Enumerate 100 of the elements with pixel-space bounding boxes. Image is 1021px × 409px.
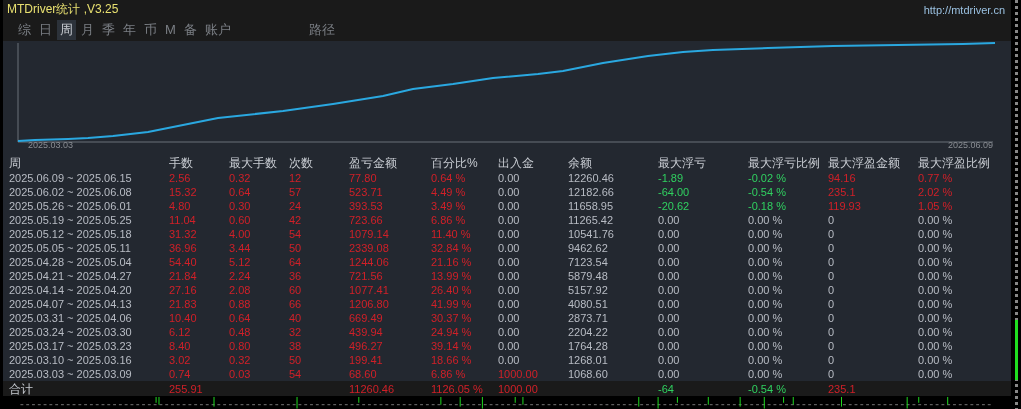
total-cell-text: 255.91 bbox=[169, 383, 204, 395]
table-cell-text: 0.32 bbox=[229, 353, 252, 366]
table-cell-text: 669.49 bbox=[349, 311, 384, 324]
table-cell-text: 60 bbox=[289, 283, 303, 296]
table-cell-text: 36.96 bbox=[169, 241, 198, 254]
table-cell-text: 2025.04.14 ~ 2025.04.20 bbox=[9, 283, 133, 296]
table-cell-text: 6.12 bbox=[169, 325, 192, 338]
table-cell-text: 0 bbox=[828, 297, 836, 310]
table-cell-text: 0.00 bbox=[498, 213, 521, 226]
website-link[interactable]: http://mtdriver.cn bbox=[923, 3, 1005, 16]
table-cell-text: 0.03 bbox=[229, 367, 252, 380]
table-cell-text: 12182.66 bbox=[568, 185, 615, 198]
table-cell-text: 6.86 % bbox=[431, 367, 467, 380]
table-cell-text: 2025.05.05 ~ 2025.05.11 bbox=[9, 241, 132, 254]
period-tab[interactable]: M bbox=[162, 21, 179, 39]
table-cell-text: 0.00 bbox=[498, 269, 521, 282]
table-cell-text: 2025.06.02 ~ 2025.06.08 bbox=[9, 185, 133, 198]
table-cell-text: 9462.62 bbox=[568, 241, 609, 254]
table-cell-text: 2.08 bbox=[229, 283, 252, 296]
table-cell-text: 1079.14 bbox=[349, 227, 390, 240]
table-cell-text: 0.00 % bbox=[748, 255, 784, 268]
table-cell-text: 0.00 % bbox=[748, 311, 784, 324]
table-cell-text: 2025.04.07 ~ 2025.04.13 bbox=[9, 297, 133, 310]
table-cell-text: 0.00 bbox=[498, 353, 521, 366]
table-cell-text: 4.80 bbox=[169, 199, 192, 212]
table-cell-text: 0.00 bbox=[658, 339, 681, 352]
table-cell-text: 0.00 % bbox=[918, 311, 954, 324]
period-tab[interactable]: 季 bbox=[99, 19, 118, 40]
table-cell-text: 50 bbox=[289, 353, 303, 366]
column-header: 手数 bbox=[169, 154, 194, 172]
table-cell-text: 0.00 % bbox=[748, 213, 784, 226]
table-cell-text: 2025.05.26 ~ 2025.06.01 bbox=[9, 199, 133, 212]
period-tab[interactable]: 备 bbox=[180, 19, 200, 40]
period-tab[interactable]: 币 bbox=[141, 19, 160, 40]
table-cell-text: 0.00 bbox=[658, 255, 681, 268]
period-tab[interactable]: 账户 bbox=[201, 19, 234, 40]
table-cell-text: 0.00 % bbox=[748, 339, 784, 352]
table-cell-text: 523.71 bbox=[349, 185, 384, 198]
table-cell-text: 0.00 bbox=[658, 269, 681, 282]
table-cell-text: 0.00 % bbox=[918, 241, 954, 254]
table-cell-text: 7123.54 bbox=[568, 255, 609, 268]
table-cell-text: 32 bbox=[289, 325, 303, 338]
total-label: 合计 bbox=[9, 380, 34, 398]
period-tab[interactable]: 年 bbox=[120, 19, 139, 40]
table-cell-text: 24 bbox=[289, 199, 303, 212]
table-cell-text: 199.41 bbox=[349, 353, 384, 366]
table-cell-text: 12260.46 bbox=[568, 171, 615, 184]
period-tab[interactable]: 周 bbox=[57, 19, 76, 40]
table-cell-text: 0.00 bbox=[498, 325, 521, 338]
table-cell-text: 11.04 bbox=[169, 213, 197, 226]
column-header: 周 bbox=[9, 154, 22, 172]
table-cell-text: 0.00 % bbox=[748, 353, 784, 366]
table-cell-text: 3.02 bbox=[169, 353, 192, 366]
table-cell-text: 0.88 bbox=[229, 297, 252, 310]
table-cell-text: 41.99 % bbox=[431, 297, 473, 310]
table-cell-text: 0.30 bbox=[229, 199, 252, 212]
table-cell-text: 0.80 bbox=[229, 339, 252, 352]
table-cell-text: 0 bbox=[828, 353, 836, 366]
period-tab[interactable]: 日 bbox=[36, 19, 55, 40]
table-cell-text: -20.62 bbox=[658, 199, 691, 212]
end-date-label: 2025.06.09 bbox=[947, 139, 993, 150]
table-cell-text: 0.77 % bbox=[918, 171, 954, 184]
table-cell-text: 5.12 bbox=[229, 255, 252, 268]
path-button[interactable]: 路径 bbox=[305, 19, 338, 40]
table-cell-text: 10.40 bbox=[169, 311, 198, 324]
table-cell-text: 393.53 bbox=[349, 199, 384, 212]
table-cell-text: 42 bbox=[289, 213, 303, 226]
table-cell-text: 0.00 bbox=[498, 199, 521, 212]
table-cell-text: 0.00 bbox=[658, 311, 681, 324]
table-cell-text: 1244.06 bbox=[349, 255, 390, 268]
table-cell-text: 32.84 % bbox=[431, 241, 473, 254]
table-cell-text: 11658.95 bbox=[568, 199, 615, 212]
table-cell-text: 21.84 bbox=[169, 269, 198, 282]
table-cell-text: 4.49 % bbox=[431, 185, 467, 198]
column-header: 最大浮盈金额 bbox=[828, 154, 901, 172]
table-cell-text: 3.44 bbox=[229, 241, 252, 254]
period-tab[interactable]: 月 bbox=[78, 19, 97, 40]
table-cell-text: 18.66 % bbox=[431, 353, 473, 366]
table-cell-text: 0.00 % bbox=[748, 227, 784, 240]
window-title: MTDriver统计 ,V3.25 bbox=[7, 1, 119, 19]
table-cell-text: 1268.01 bbox=[568, 353, 609, 366]
table-cell-text: 10541.76 bbox=[568, 227, 615, 240]
table-cell-text: 0.00 bbox=[498, 255, 521, 268]
table-cell-text: 0.00 bbox=[658, 367, 681, 380]
table-cell-text: 2025.03.17 ~ 2025.03.23 bbox=[9, 339, 133, 352]
table-cell-text: 0.00 % bbox=[748, 241, 784, 254]
table-cell-text: 0.00 % bbox=[918, 367, 954, 380]
table-cell-text: 64 bbox=[289, 255, 303, 268]
table-cell-text: 57 bbox=[289, 185, 303, 198]
table-cell-text: 11.40 % bbox=[431, 227, 472, 240]
table-cell-text: 2.02 % bbox=[918, 185, 954, 198]
table-cell-text: 0.00 bbox=[498, 311, 521, 324]
table-cell-text: 0.32 bbox=[229, 171, 252, 184]
period-tab[interactable]: 综 bbox=[15, 19, 34, 40]
table-cell-text: 0.00 % bbox=[748, 269, 784, 282]
table-cell-text: 0.00 bbox=[658, 297, 681, 310]
column-header: 出入金 bbox=[498, 154, 535, 172]
table-cell-text: 0.00 % bbox=[918, 227, 954, 240]
table-cell-text: 1206.80 bbox=[349, 297, 390, 310]
column-header: 最大手数 bbox=[229, 154, 278, 172]
